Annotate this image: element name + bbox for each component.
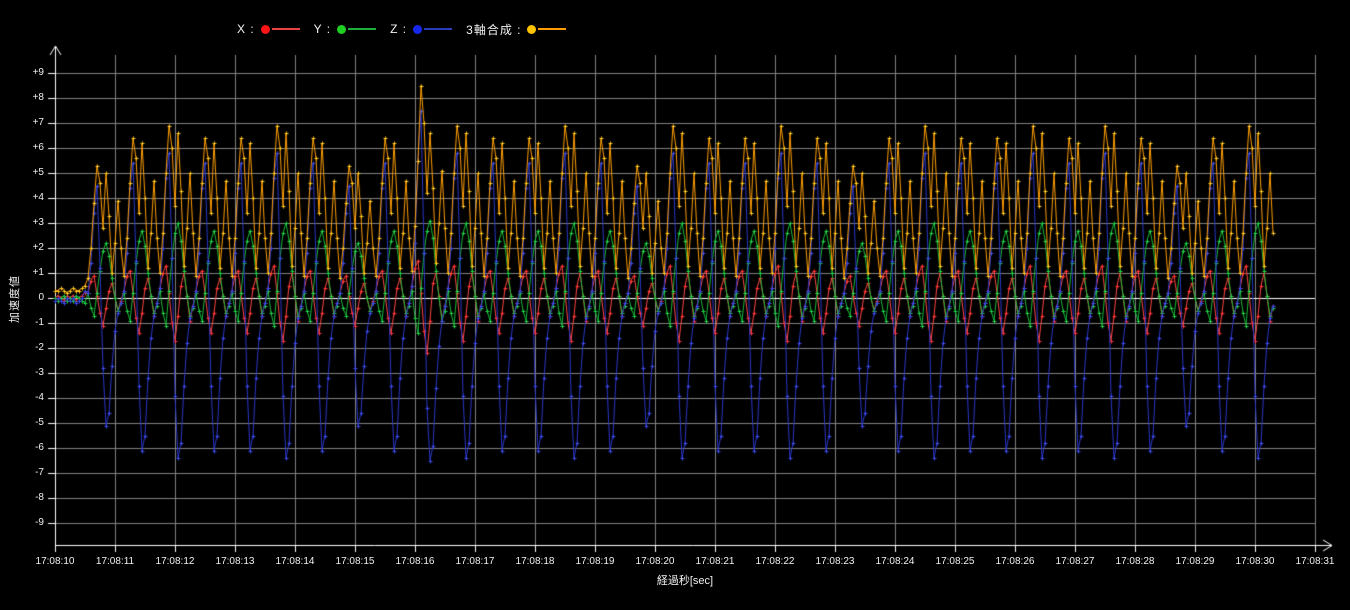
x-tick-label: 17:08:21 (683, 556, 747, 568)
y-tick-label: +7 (0, 117, 44, 129)
y-tick-label: +4 (0, 192, 44, 204)
y-tick-label: -2 (0, 342, 44, 354)
y-tick-label: -5 (0, 417, 44, 429)
legend-label-x: X : (237, 22, 255, 36)
x-tick-label: 17:08:15 (323, 556, 387, 568)
x-tick-label: 17:08:14 (263, 556, 327, 568)
legend-dot-z-icon (413, 25, 422, 34)
x-tick-label: 17:08:30 (1223, 556, 1287, 568)
legend-dot-y-icon (337, 25, 346, 34)
legend-label-y: Y : (314, 22, 331, 36)
acceleration-chart-canvas (0, 0, 1350, 610)
legend-label-z: Z : (390, 22, 407, 36)
legend-label-composite: 3軸合成 : (466, 21, 521, 38)
x-tick-label: 17:08:23 (803, 556, 867, 568)
x-tick-label: 17:08:24 (863, 556, 927, 568)
y-tick-label: +5 (0, 167, 44, 179)
y-axis-title: 加速度値 (6, 275, 22, 323)
x-tick-label: 17:08:20 (623, 556, 687, 568)
x-tick-label: 17:08:11 (83, 556, 147, 568)
y-tick-label: -6 (0, 442, 44, 454)
y-tick-label: -4 (0, 392, 44, 404)
y-tick-label: +3 (0, 217, 44, 229)
legend-item-y: Y : (314, 21, 376, 37)
y-tick-label: +8 (0, 92, 44, 104)
y-tick-label: -7 (0, 467, 44, 479)
y-tick-label: -8 (0, 492, 44, 504)
legend-line-x (272, 28, 300, 30)
x-axis-title: 経過秒[sec] (55, 572, 1315, 588)
x-tick-label: 17:08:28 (1103, 556, 1167, 568)
x-tick-label: 17:08:12 (143, 556, 207, 568)
acceleration-chart-screen: X : Y : Z : 3軸合成 : +9+8+7+6+5+4+3+2+10-1… (0, 0, 1350, 610)
y-tick-label: +2 (0, 242, 44, 254)
legend-line-y (348, 28, 376, 30)
legend-line-z (424, 28, 452, 30)
x-tick-label: 17:08:22 (743, 556, 807, 568)
legend-line-composite (538, 28, 566, 30)
x-tick-label: 17:08:19 (563, 556, 627, 568)
y-tick-label: +6 (0, 142, 44, 154)
legend-dot-x-icon (261, 25, 270, 34)
legend-item-x: X : (237, 21, 300, 37)
y-tick-label: -3 (0, 367, 44, 379)
x-tick-label: 17:08:18 (503, 556, 567, 568)
y-tick-label: +9 (0, 67, 44, 79)
x-tick-label: 17:08:10 (23, 556, 87, 568)
x-tick-label: 17:08:25 (923, 556, 987, 568)
x-tick-label: 17:08:16 (383, 556, 447, 568)
y-tick-label: -9 (0, 517, 44, 529)
x-tick-label: 17:08:13 (203, 556, 267, 568)
x-tick-label: 17:08:31 (1283, 556, 1347, 568)
legend: X : Y : Z : 3軸合成 : (237, 21, 566, 37)
x-tick-label: 17:08:29 (1163, 556, 1227, 568)
legend-dot-composite-icon (527, 25, 536, 34)
x-tick-label: 17:08:27 (1043, 556, 1107, 568)
x-tick-label: 17:08:26 (983, 556, 1047, 568)
legend-item-z: Z : (390, 21, 452, 37)
legend-item-composite: 3軸合成 : (466, 21, 566, 37)
x-tick-label: 17:08:17 (443, 556, 507, 568)
